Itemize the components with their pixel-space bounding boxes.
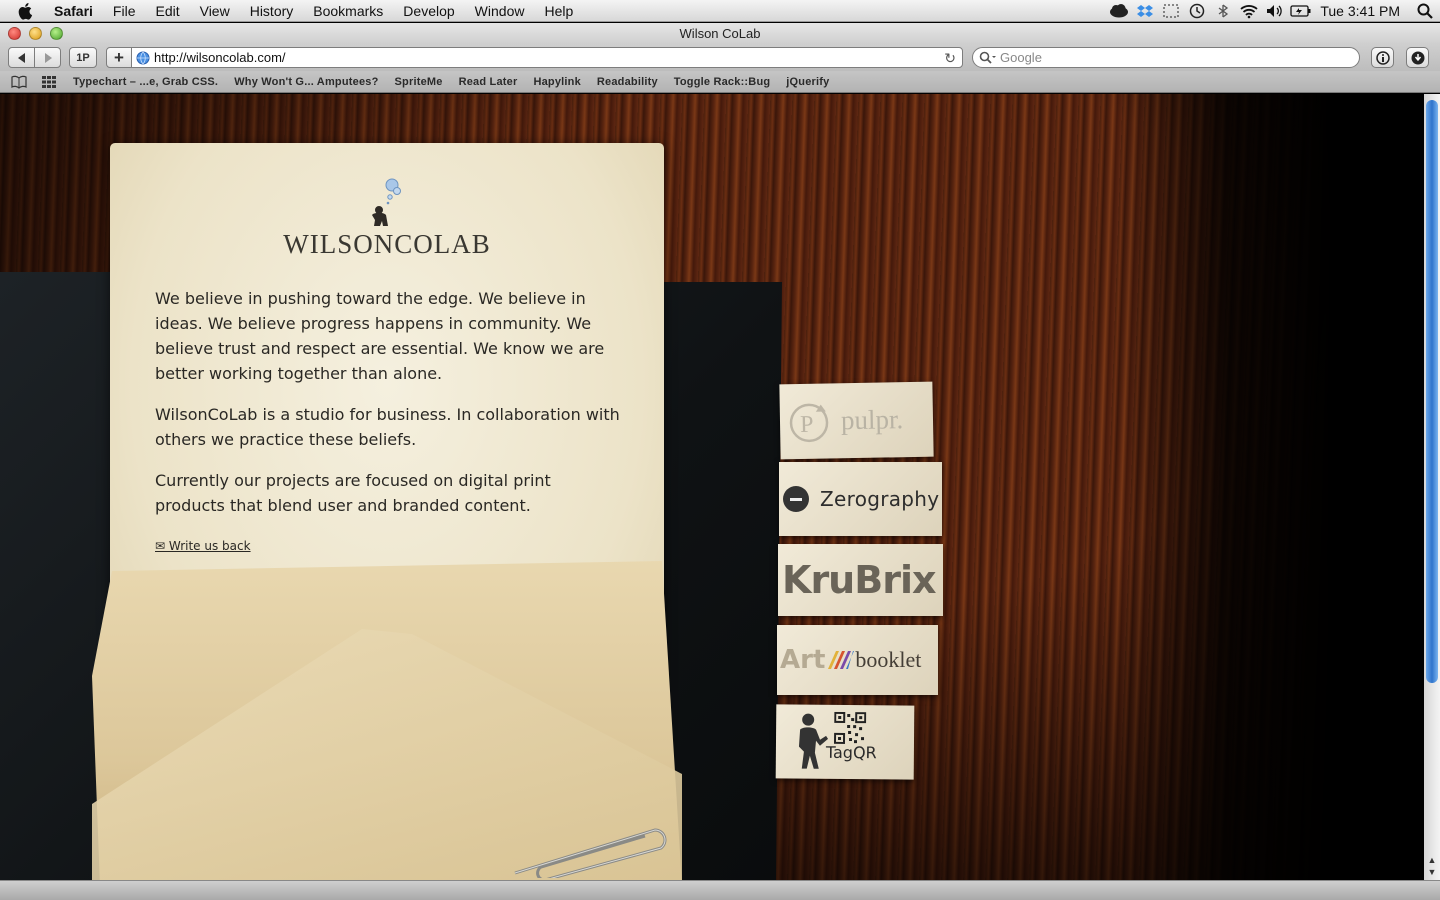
menu-edit[interactable]: Edit [145,0,189,22]
info-icon [1375,50,1390,65]
mission-paragraph: We believe in pushing toward the edge. W… [155,289,605,383]
minimize-window-button[interactable] [29,27,42,40]
artbooklet-art-label: Art [780,645,826,675]
bookmark-toggle-rack-bug[interactable]: Toggle Rack::Bug [666,76,779,88]
bookmark-hapylink[interactable]: Hapylink [525,76,588,88]
dropbox-icon[interactable] [1132,0,1158,22]
forward-arrow-icon [44,52,52,63]
search-field[interactable]: Google [972,47,1360,68]
zoom-window-button[interactable] [50,27,63,40]
project-card-krubrix[interactable]: KruBrix [778,544,943,616]
back-arrow-icon [17,52,25,63]
time-machine-icon[interactable] [1184,0,1210,22]
wilsoncolab-logo-icon [372,178,401,226]
menu-app-safari[interactable]: Safari [54,0,103,22]
address-bar-url: http://wilsoncolab.com/ [154,50,286,65]
tagqr-label: TagQR [825,742,877,763]
cloud-icon[interactable] [1106,0,1132,22]
bluetooth-icon[interactable] [1210,0,1236,22]
battery-icon[interactable] [1288,0,1314,22]
search-icon [979,51,996,64]
download-icon [1411,51,1424,64]
paperclip-icon [514,828,667,878]
projects-paragraph: Currently our projects are focused on di… [155,471,551,515]
vertical-scrollbar[interactable]: ▲ ▼ [1424,94,1440,880]
apple-menu-icon[interactable] [18,0,38,22]
bookmark-jquerify[interactable]: jQuerify [778,76,837,88]
browser-toolbar: 1P + http://wilsoncolab.com/ ↻ Google [0,44,1440,71]
close-window-button[interactable] [8,27,21,40]
open-book-icon[interactable] [11,75,27,89]
bookmarks-bar: Typechart – ...e, Grab CSS. Why Won't G.… [0,71,1440,93]
menu-window[interactable]: Window [465,0,535,22]
menu-view[interactable]: View [190,0,240,22]
downloads-button[interactable] [1406,47,1429,68]
menu-file[interactable]: File [103,0,146,22]
window-title: Wilson CoLab [679,26,761,41]
write-us-back-link[interactable]: ✉ Write us back [155,539,251,553]
status-bar [0,880,1440,900]
project-card-tagqr[interactable]: TagQR [775,704,915,780]
bookmark-readability[interactable]: Readability [589,76,666,88]
qr-code-icon [833,711,867,744]
bookmark-spriteme[interactable]: SpriteMe [387,76,451,88]
globe-icon [136,51,150,65]
menu-develop[interactable]: Develop [393,0,464,22]
krubrix-label: KruBrix [782,558,936,602]
forward-button[interactable] [34,47,61,68]
scroll-arrows-icon[interactable]: ▲ ▼ [1426,854,1438,878]
spotlight-icon[interactable] [1410,0,1440,22]
artbooklet-booklet-label: booklet [855,647,922,672]
bookmark-read-later[interactable]: Read Later [451,76,526,88]
search-placeholder: Google [1000,50,1042,65]
menu-bookmarks[interactable]: Bookmarks [303,0,393,22]
volume-icon[interactable] [1262,0,1288,22]
top-sites-grid-icon[interactable] [41,75,57,89]
wifi-icon[interactable] [1236,0,1262,22]
scrollbar-thumb[interactable] [1426,100,1438,683]
project-card-zerography[interactable]: Zerography [779,462,942,536]
zerography-logo-icon [783,486,809,512]
menubar-clock[interactable]: Tue 3:41 PM [1314,3,1410,19]
menu-bar: Safari File Edit View History Bookmarks … [0,0,1440,22]
graffiti-figure-icon [798,713,829,769]
menu-help[interactable]: Help [534,0,583,22]
bookmark-why-wont-god[interactable]: Why Won't G... Amputees? [226,76,386,88]
back-button[interactable] [8,47,35,68]
zerography-label: Zerography [820,487,940,511]
project-card-artbooklet[interactable]: Art booklet [777,625,938,695]
pulpr-logo-icon: P [789,403,829,442]
status-tray: Tue 3:41 PM [1106,0,1440,22]
info-button[interactable] [1371,47,1394,68]
project-card-pulpr[interactable]: P pulpr. [779,381,934,460]
color-stripes-icon [828,651,855,669]
menu-history[interactable]: History [240,0,304,22]
add-bookmark-button[interactable]: + [106,47,132,68]
web-content: WILSONCOLAB We believe in pushing toward… [0,94,1424,880]
svg-text:P: P [800,411,814,437]
screen-capture-icon[interactable] [1158,0,1184,22]
bookmark-typechart[interactable]: Typechart – ...e, Grab CSS. [65,76,226,88]
background-shadow [1120,94,1424,880]
reload-icon[interactable]: ↻ [944,50,956,67]
window-title-bar: Wilson CoLab [0,23,1440,44]
window-controls [8,27,63,40]
studio-paragraph: WilsonCoLab is a studio for business. In… [155,405,620,449]
wilsoncolab-logo-text: WILSONCOLAB [283,229,491,259]
onepassword-button[interactable]: 1P [69,47,97,68]
pulpr-label: pulpr. [840,404,904,436]
address-bar[interactable]: http://wilsoncolab.com/ ↻ [131,47,963,68]
